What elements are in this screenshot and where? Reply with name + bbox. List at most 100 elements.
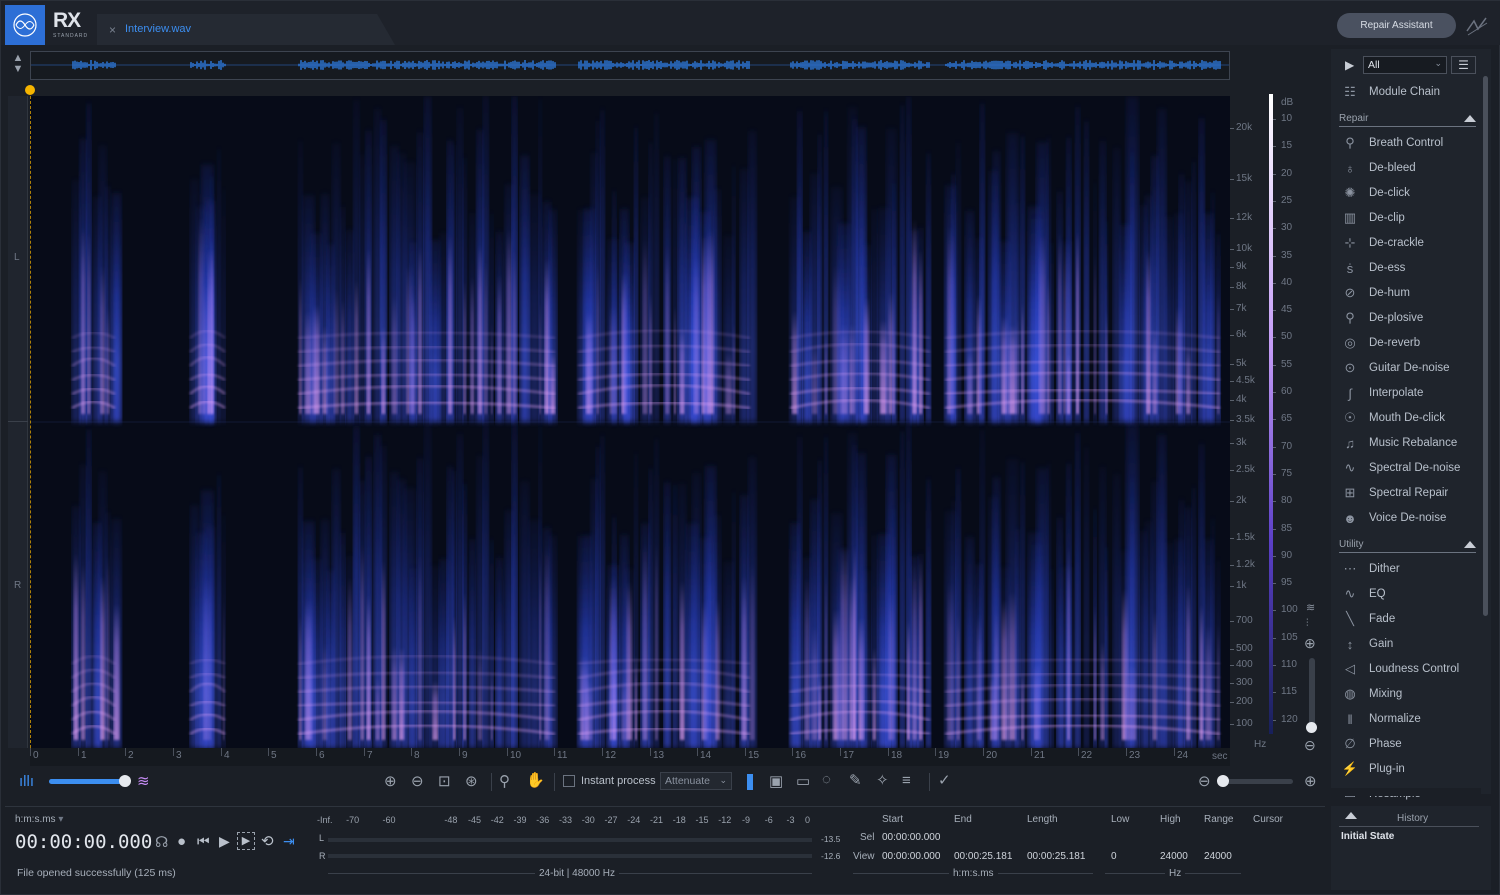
sel-start-value[interactable]: 00:00:00.000 — [882, 832, 940, 843]
module-item-eq[interactable]: ∿ EQ — [1339, 583, 1479, 605]
horizontal-zoom-knob[interactable] — [1217, 775, 1229, 787]
horizontal-zoom-out-icon[interactable]: ⊖ — [1198, 772, 1211, 790]
module-panel-scrollbar[interactable] — [1483, 76, 1488, 616]
view-length-value[interactable]: 00:00:25.181 — [1027, 851, 1085, 862]
find-similar-icon[interactable]: ✓ — [938, 771, 951, 789]
range-value[interactable]: 24000 — [1204, 851, 1232, 862]
module-item-spectral-de-noise[interactable]: ∿ Spectral De-noise — [1339, 457, 1479, 479]
rx-logo[interactable] — [5, 5, 45, 45]
module-item-gain[interactable]: ↕ Gain — [1339, 633, 1479, 655]
spectrogram-view[interactable] — [30, 96, 1230, 748]
zoom-out-icon[interactable]: ⊖ — [411, 772, 424, 790]
module-item-fade[interactable]: ╲ Fade — [1339, 608, 1479, 630]
channel-strip[interactable]: L R — [8, 96, 28, 748]
module-item-breath-control[interactable]: ⚲ Breath Control — [1339, 132, 1479, 154]
module-item-de-hum[interactable]: ⊘ De-hum — [1339, 282, 1479, 304]
tab-filename[interactable]: Interview.wav — [125, 23, 191, 35]
module-item-de-click[interactable]: ✺ De-click — [1339, 182, 1479, 204]
brush-tool-icon[interactable]: ✎ — [849, 771, 862, 789]
spectral-harmonic — [381, 326, 386, 414]
repair-assistant-button[interactable]: Repair Assistant — [1337, 13, 1456, 38]
follow-playhead-icon[interactable]: ⇥ — [283, 833, 295, 850]
instant-process-checkbox[interactable] — [563, 775, 575, 787]
zoom-selection-icon[interactable]: ⊡ — [438, 772, 451, 790]
history-collapse-icon[interactable] — [1345, 812, 1357, 819]
utility-section-header[interactable]: Utility — [1339, 537, 1476, 553]
module-item-de-clip[interactable]: ▥ De-clip — [1339, 207, 1479, 229]
overview-toggle-icon[interactable]: ▲ ▼ — [9, 53, 27, 79]
tab-close-icon[interactable]: × — [109, 23, 116, 37]
waveform-opacity-icon[interactable]: ıllı — [19, 773, 34, 790]
harmonic-selection-icon[interactable]: ≡ — [902, 772, 911, 789]
spectral-harmonic — [649, 293, 652, 414]
module-item-phase[interactable]: ∅ Phase — [1339, 733, 1479, 755]
module-item-voice-de-noise[interactable]: ☻ Voice De-noise — [1339, 507, 1479, 529]
spectral-column — [748, 131, 757, 422]
zoom-tool-icon[interactable]: ⚲ — [499, 772, 510, 790]
module-item-de-crackle[interactable]: ⊹ De-crackle — [1339, 232, 1479, 254]
module-item-normalize[interactable]: ‖ Normalize — [1339, 708, 1479, 730]
panel-menu-icon[interactable]: ☰ — [1451, 56, 1476, 74]
module-item-guitar-de-noise[interactable]: ⊙ Guitar De-noise — [1339, 357, 1479, 379]
module-item-music-rebalance[interactable]: ♫ Music Rebalance — [1339, 432, 1479, 454]
freq-tick — [1230, 621, 1234, 623]
vertical-zoom-knob[interactable] — [1306, 722, 1317, 733]
view-start-value[interactable]: 00:00:00.000 — [882, 851, 940, 862]
module-chain-button[interactable]: ☷ Module Chain — [1339, 81, 1479, 103]
vertical-zoom-slider[interactable] — [1309, 658, 1315, 726]
rewind-icon[interactable]: ⏮ — [197, 833, 210, 850]
module-item-mouth-de-click[interactable]: ☉ Mouth De-click — [1339, 407, 1479, 429]
meter-scale-label: -45 — [468, 815, 482, 825]
horizontal-zoom-in-icon[interactable]: ⊕ — [1304, 772, 1317, 790]
module-item-de-bleed[interactable]: ♁ De-bleed — [1339, 157, 1479, 179]
waveform-display-icon[interactable]: ⫶ — [1306, 618, 1309, 629]
low-value[interactable]: 0 — [1111, 851, 1117, 862]
module-item-de-ess[interactable]: ṡ De-ess — [1339, 257, 1479, 279]
time-ruler[interactable]: 0 1 2 3 4 5 6 7 8 9 10 11 12 13 14 15 16 17 18 19 20 21 22 23 24… — [30, 748, 1230, 766]
record-icon[interactable]: ● — [177, 833, 186, 850]
time-format-select[interactable]: h:m:s.ms ▾ — [15, 814, 63, 825]
vertical-zoom-out-icon[interactable]: ⊖ — [1304, 737, 1316, 754]
spectral-column — [438, 559, 448, 748]
lasso-tool-icon[interactable]: ◌ — [822, 771, 831, 788]
headphones-icon[interactable]: ☊ — [155, 833, 168, 851]
time-selection-tool-icon[interactable] — [747, 774, 753, 790]
horizontal-zoom-slider[interactable] — [1219, 779, 1293, 784]
spectro-display-icon[interactable]: ≋ — [1306, 601, 1315, 614]
history-item[interactable]: Initial State — [1341, 831, 1394, 842]
collapse-triangle-icon[interactable] — [1464, 541, 1476, 548]
zoom-in-icon[interactable]: ⊕ — [384, 772, 397, 790]
rectangle-selection-tool-icon[interactable]: ▭ — [796, 772, 810, 790]
collapse-triangle-icon[interactable] — [1464, 115, 1476, 122]
module-item-plug-in[interactable]: ⚡ Plug-in — [1339, 758, 1479, 780]
module-item-dither[interactable]: ⋯ Dither — [1339, 558, 1479, 580]
play-icon[interactable]: ▶ — [219, 833, 230, 850]
playhead-marker[interactable] — [25, 85, 35, 95]
repair-section-header[interactable]: Repair — [1339, 111, 1476, 127]
spectral-column — [672, 484, 677, 748]
module-item-mixing[interactable]: ◍ Mixing — [1339, 683, 1479, 705]
module-item-spectral-repair[interactable]: ⊞ Spectral Repair — [1339, 482, 1479, 504]
process-mode-select[interactable]: Attenuate ⌄ — [660, 772, 732, 790]
module-item-loudness-control[interactable]: ◁ Loudness Control — [1339, 658, 1479, 680]
play-selection-icon[interactable]: ▶ — [237, 832, 255, 850]
frequency-selection-tool-icon[interactable]: ▣ — [769, 772, 783, 790]
waveform-overview[interactable] — [30, 51, 1230, 80]
freq-tick — [1230, 649, 1234, 651]
module-item-interpolate[interactable]: ∫ Interpolate — [1339, 382, 1479, 404]
module-item-de-plosive[interactable]: ⚲ De-plosive — [1339, 307, 1479, 329]
preview-play-icon[interactable]: ▶ — [1345, 58, 1354, 72]
zoom-fit-icon[interactable]: ⊛ — [465, 772, 478, 790]
opacity-slider-knob[interactable] — [119, 775, 131, 787]
hand-tool-icon[interactable]: ✋ — [526, 771, 545, 789]
opacity-slider[interactable] — [49, 779, 129, 784]
vertical-zoom-in-icon[interactable]: ⊕ — [1304, 635, 1316, 652]
spectrogram-opacity-icon[interactable]: ≋ — [137, 772, 150, 790]
module-filter-select[interactable]: All ⌄ — [1363, 56, 1447, 74]
magic-wand-icon[interactable]: ✧ — [876, 771, 889, 789]
loop-icon[interactable]: ⟲ — [261, 832, 274, 850]
view-end-value[interactable]: 00:00:25.181 — [954, 851, 1012, 862]
meter-scale-label: -6 — [764, 815, 773, 825]
high-value[interactable]: 24000 — [1160, 851, 1188, 862]
module-item-de-reverb[interactable]: ◎ De-reverb — [1339, 332, 1479, 354]
